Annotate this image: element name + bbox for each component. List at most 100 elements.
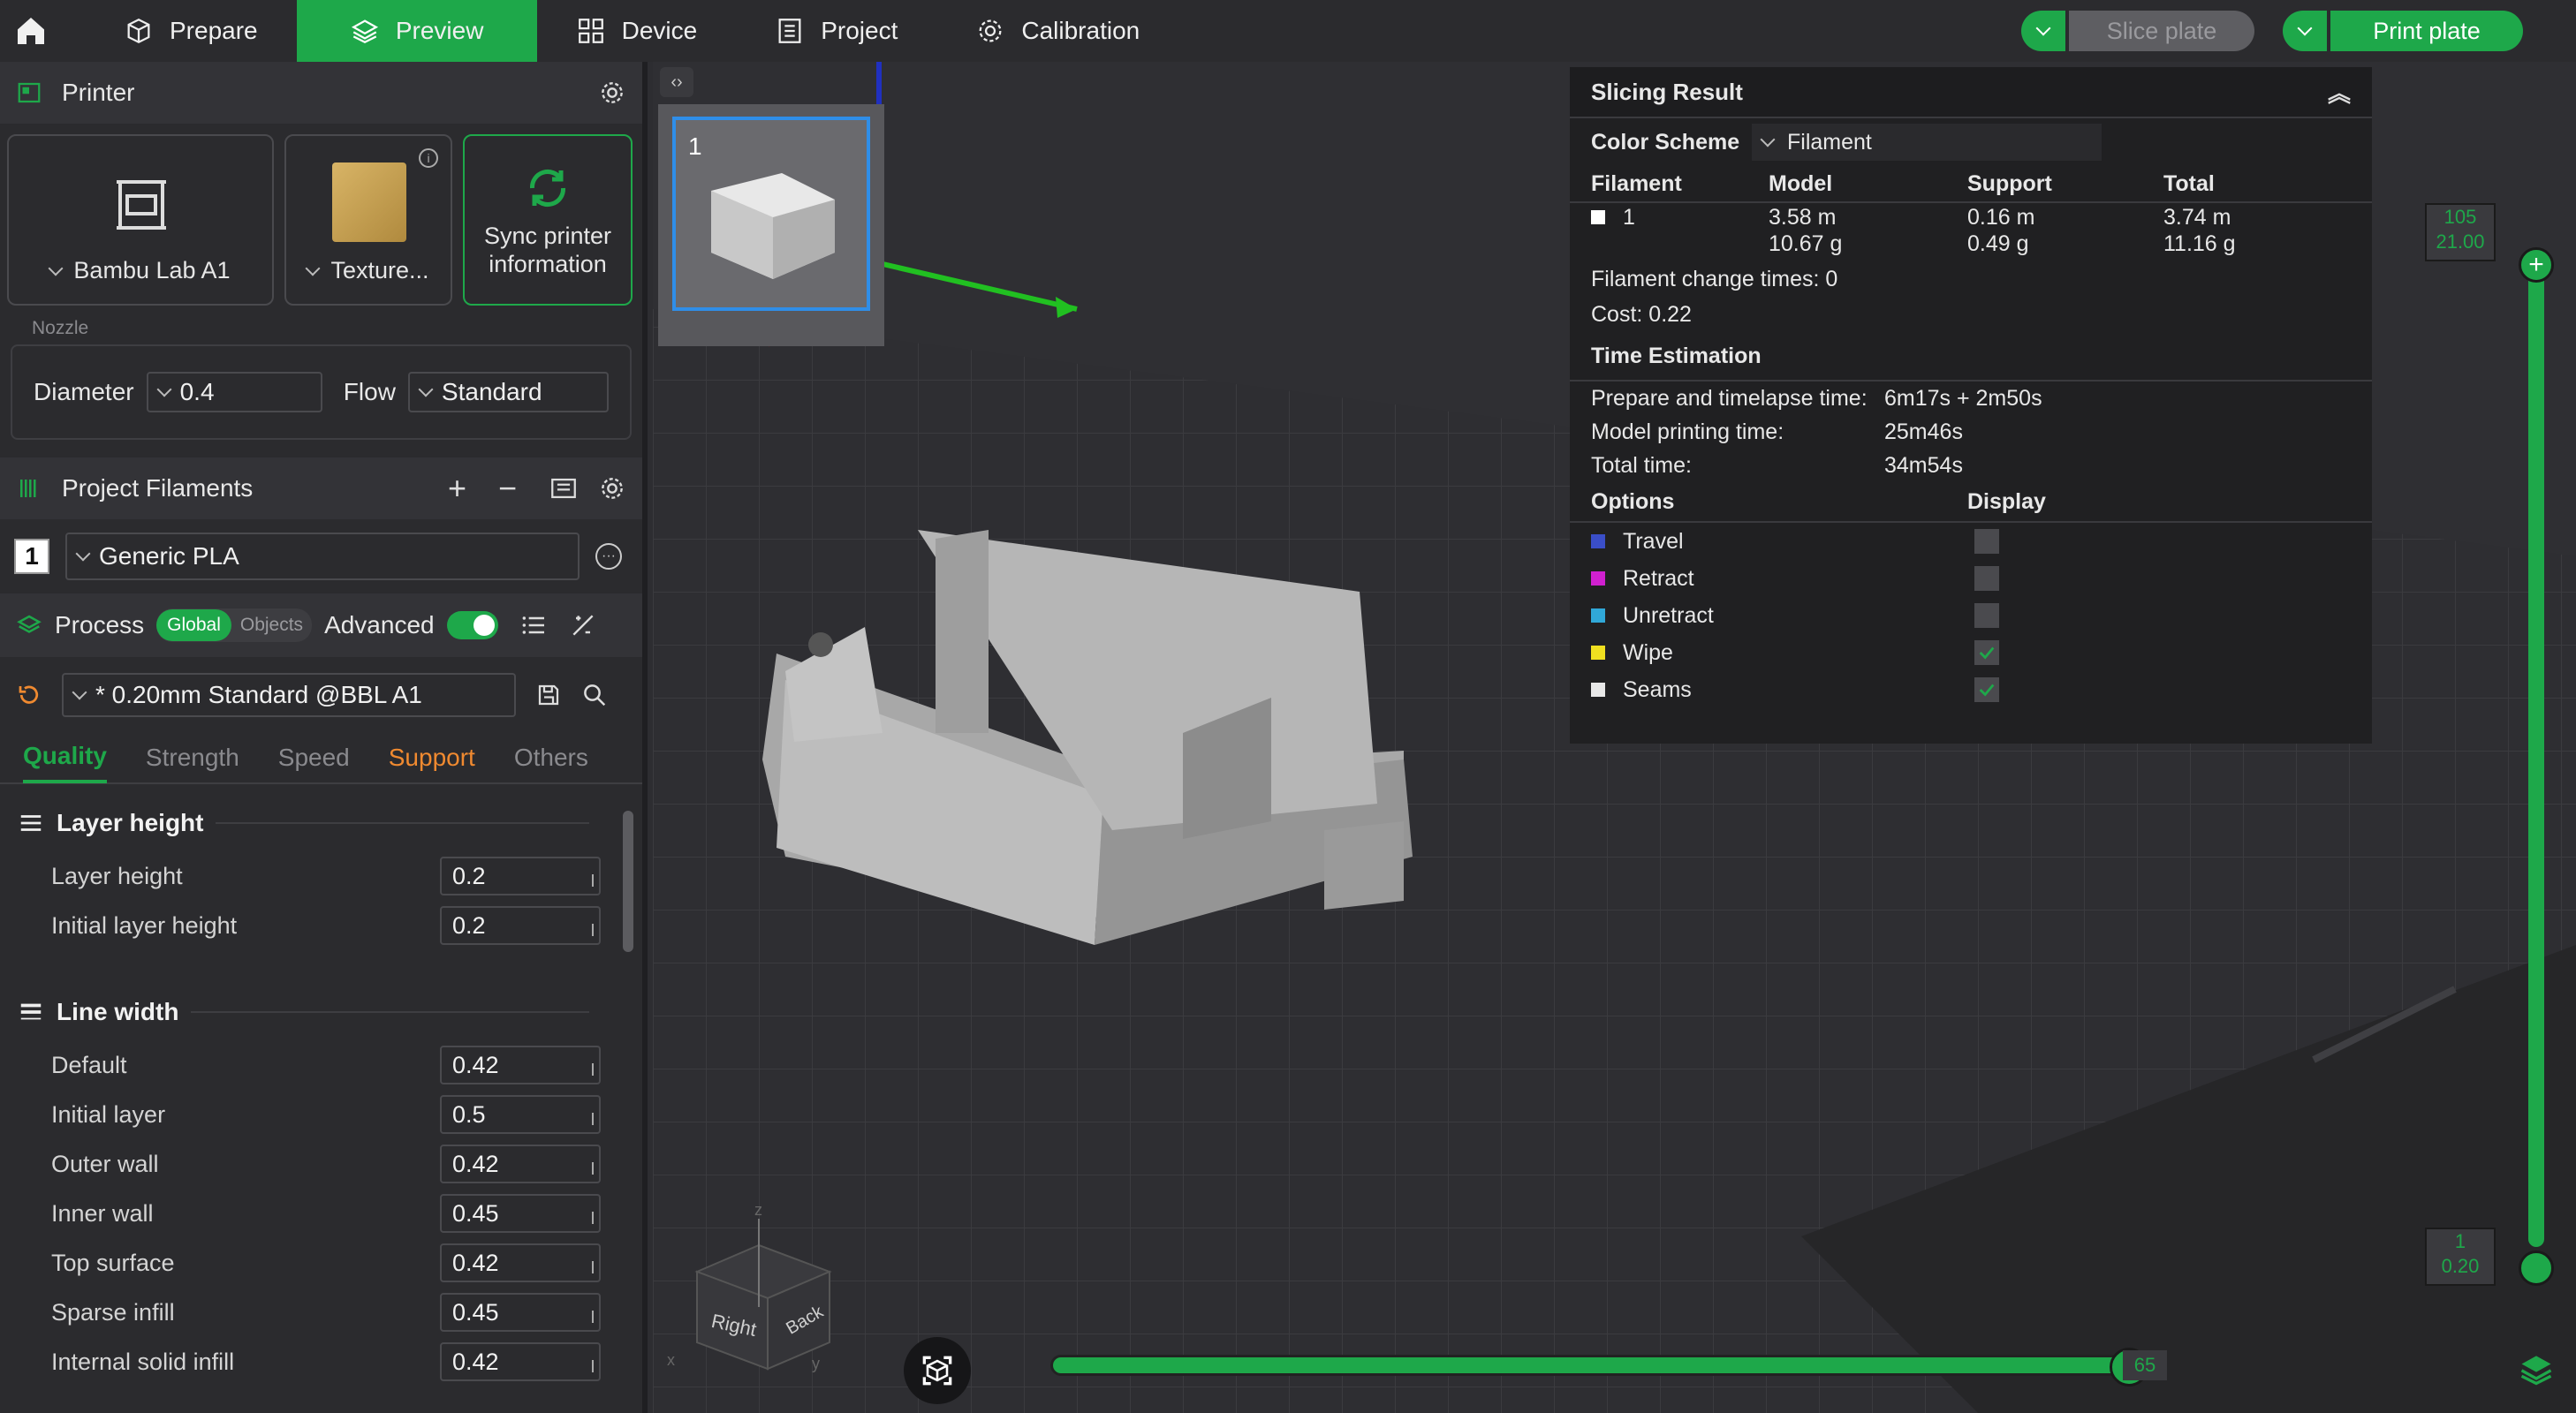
bottom-layer-height: 0.20 xyxy=(2441,1255,2480,1277)
layer-slider-top-handle[interactable]: + xyxy=(2519,247,2554,283)
check-icon xyxy=(1979,684,1995,697)
color-scheme-label: Color Scheme xyxy=(1591,129,1740,155)
prep-time-row: Prepare and timelapse time: 6m17s + 2m50… xyxy=(1570,382,2372,415)
tab-preview[interactable]: Preview xyxy=(296,0,537,62)
param-label: Internal solid infill xyxy=(51,1348,235,1375)
top-layer-height: 21.00 xyxy=(2436,230,2485,253)
prep-time-label: Prepare and timelapse time: xyxy=(1591,385,1868,411)
layer-slider-track xyxy=(2528,261,2544,1247)
gear-icon[interactable] xyxy=(598,474,626,502)
tab-others[interactable]: Others xyxy=(514,732,588,783)
slice-dropdown-button[interactable] xyxy=(2021,11,2065,51)
reset-view-button[interactable] xyxy=(904,1337,971,1404)
3d-viewport[interactable]: 1 ‹› Slicing Result ︽ Color Scheme Filam… xyxy=(653,62,2576,1413)
cube-icon xyxy=(127,18,150,44)
seams-checkbox[interactable] xyxy=(1974,677,1999,702)
param-input[interactable]: 0.42 xyxy=(440,1046,601,1084)
plate-thumbnail[interactable]: 1 xyxy=(672,117,870,311)
info-icon[interactable]: i xyxy=(419,148,438,168)
tab-calibration[interactable]: Calibration xyxy=(936,0,1178,62)
flow-select[interactable]: Standard xyxy=(407,372,609,412)
result-title: Slicing Result xyxy=(1591,78,1743,105)
collapse-icon[interactable]: ︽ xyxy=(2328,76,2351,109)
print-plate-button[interactable]: Print plate xyxy=(2330,11,2523,51)
save-icon[interactable] xyxy=(535,682,562,708)
process-preset-row: * 0.20mm Standard @BBL A1 xyxy=(0,657,642,733)
param-input[interactable]: 0.42 xyxy=(440,1342,601,1381)
initial-layer-height-input[interactable]: 0.2 xyxy=(440,906,601,945)
move-slider-track xyxy=(1050,1355,2146,1376)
compare-icon[interactable] xyxy=(569,611,597,639)
process-tabs: Quality Strength Speed Support Others xyxy=(0,733,642,784)
group-layer-height: Layer height xyxy=(0,795,642,851)
plate-select-card[interactable]: i Texture... xyxy=(284,134,452,306)
param-input[interactable]: 0.45 xyxy=(440,1194,601,1233)
view-cube[interactable]: z y x xyxy=(662,1201,856,1378)
chevron-down-icon xyxy=(2297,20,2313,36)
search-icon[interactable] xyxy=(581,682,608,708)
more-icon[interactable]: ··· xyxy=(595,543,622,570)
sync-printer-button[interactable]: Sync printer information xyxy=(463,134,633,306)
chevron-down-icon xyxy=(2035,20,2051,36)
svg-text:x: x xyxy=(667,1351,675,1369)
list-icon[interactable] xyxy=(519,611,548,639)
flow-value: Standard xyxy=(441,378,542,405)
layer-slider[interactable]: + xyxy=(2519,247,2554,1286)
param-label: Layer height xyxy=(51,862,183,889)
printer-select-card[interactable]: Bambu Lab A1 xyxy=(7,134,274,306)
chevron-down-icon xyxy=(418,382,434,397)
param-input[interactable]: 0.42 xyxy=(440,1145,601,1183)
gear-icon[interactable] xyxy=(598,79,626,107)
tab-quality[interactable]: Quality xyxy=(23,732,107,783)
total-time-row: Total time: 34m54s xyxy=(1570,449,2372,482)
nozzle-settings: Diameter 0.4 Flow Standard xyxy=(11,344,632,440)
global-toggle[interactable]: Global xyxy=(156,609,231,641)
filament-sync-icon[interactable] xyxy=(549,473,579,503)
cost-value: Cost: 0.22 xyxy=(1591,301,1692,327)
printer-section-header: Printer xyxy=(0,62,642,124)
param-input[interactable]: 0.5 xyxy=(440,1095,601,1134)
tab-strength[interactable]: Strength xyxy=(146,732,239,783)
prep-time-value: 6m17s + 2m50s xyxy=(1884,385,2042,411)
tab-support[interactable]: Support xyxy=(389,732,475,783)
filament-select[interactable]: Generic PLA xyxy=(65,533,580,580)
retract-checkbox[interactable] xyxy=(1974,566,1999,591)
plus-icon[interactable]: + xyxy=(448,470,466,507)
filament-number[interactable]: 1 xyxy=(14,539,49,574)
print-plate-group: Print plate xyxy=(2283,11,2523,51)
param-input[interactable]: 0.45 xyxy=(440,1293,601,1332)
top-layer-number: 105 xyxy=(2443,206,2477,228)
layers-toggle-button[interactable] xyxy=(2512,1344,2561,1394)
travel-checkbox[interactable] xyxy=(1974,529,1999,554)
tab-prepare[interactable]: Prepare xyxy=(62,0,297,62)
collapse-sidebar-button[interactable]: ‹› xyxy=(660,67,693,97)
layer-slider-bottom-handle[interactable] xyxy=(2519,1251,2554,1286)
param-input[interactable]: 0.42 xyxy=(440,1243,601,1282)
top-layer-label: 105 21.00 xyxy=(2425,203,2496,261)
layer-height-input[interactable]: 0.2 xyxy=(440,857,601,895)
move-slider[interactable] xyxy=(1050,1344,2163,1387)
home-button[interactable] xyxy=(0,0,62,62)
slice-plate-button[interactable]: Slice plate xyxy=(2069,11,2254,51)
chevron-down-icon xyxy=(156,382,172,397)
objects-toggle[interactable]: Objects xyxy=(231,609,312,641)
diameter-select[interactable]: 0.4 xyxy=(146,372,322,412)
filament-table-row: 1 3.58 m 10.67 g 0.16 m 0.49 g 3.74 m 11… xyxy=(1570,203,2372,261)
unretract-checkbox[interactable] xyxy=(1974,603,1999,628)
change-times-row: Filament change times: 0 xyxy=(1570,261,2372,297)
plate-number: 1 xyxy=(688,132,702,160)
wipe-checkbox[interactable] xyxy=(1974,640,1999,665)
scrollbar[interactable] xyxy=(623,811,633,952)
tab-project[interactable]: Project xyxy=(736,0,936,62)
time-title-row: Time Estimation xyxy=(1570,332,2372,380)
tab-device[interactable]: Device xyxy=(537,0,737,62)
group-title: Line width xyxy=(57,998,179,1025)
filament-change-times: Filament change times: 0 xyxy=(1591,266,1838,291)
process-preset-select[interactable]: * 0.20mm Standard @BBL A1 xyxy=(62,673,516,717)
reset-icon[interactable] xyxy=(16,682,42,708)
minus-icon[interactable]: − xyxy=(498,470,517,507)
tab-speed[interactable]: Speed xyxy=(278,732,350,783)
advanced-switch[interactable] xyxy=(446,611,498,639)
print-dropdown-button[interactable] xyxy=(2283,11,2327,51)
color-scheme-select[interactable]: Filament xyxy=(1752,124,2102,161)
